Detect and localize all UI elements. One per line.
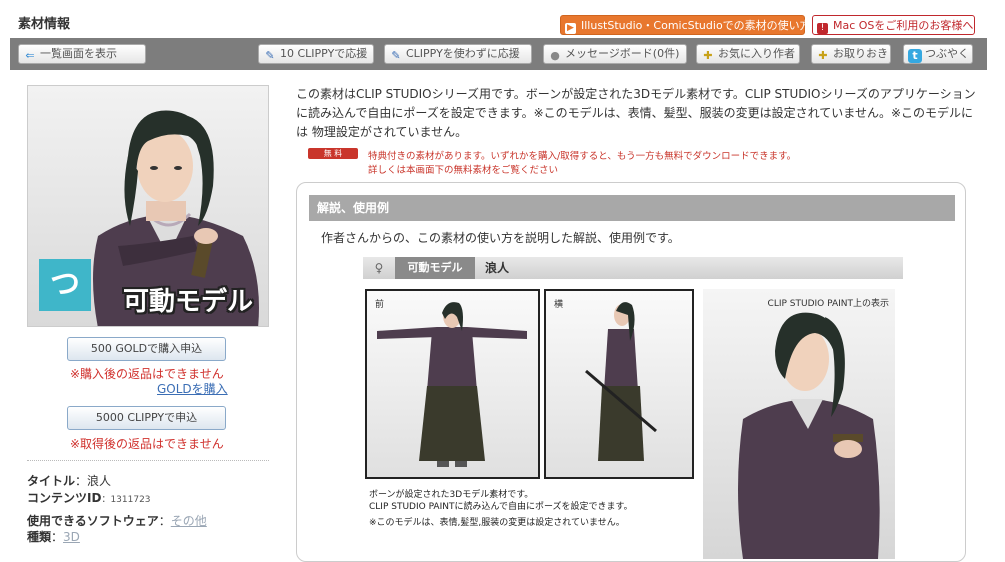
usage-heading: 解説、使用例 xyxy=(309,195,955,221)
buy-with-gold-button[interactable]: 500 GOLDで購入申込 xyxy=(67,337,226,361)
favorite-author-label: お気に入り作者 xyxy=(718,47,795,60)
toolbar: ⇐ 一覧画面を表示 ✎ 10 CLIPPYで応援 ✎ CLIPPYを使わずに応援 ● メ… xyxy=(10,38,987,70)
tweet-label: つぶやく xyxy=(925,47,969,60)
side-view: 横 xyxy=(544,289,694,479)
no-return-get-note: ※取得後の返品はできません xyxy=(70,437,224,451)
material-thumbnail: つ 可動モデル xyxy=(27,85,269,327)
clippy-free-support-label: CLIPPYを使わずに応援 xyxy=(406,47,520,60)
usage-panel: 解説、使用例 作者さんからの、この素材の使い方を説明した解説、使用例です。 ♀ … xyxy=(296,182,966,562)
tweet-button[interactable]: t つぶやく xyxy=(903,44,973,64)
message-board-label: メッセージボード(0件) xyxy=(565,47,680,60)
model-type-tag: 可動モデル xyxy=(395,257,475,279)
type-label: 種類 xyxy=(27,530,52,544)
plus-icon: ✚ xyxy=(703,49,713,62)
clip-studio-logo-icon: つ xyxy=(39,259,91,311)
content-id-row: コンテンツID：1311723 xyxy=(27,491,151,505)
side-view-label: 横 xyxy=(554,300,564,310)
twitter-icon: t xyxy=(908,49,922,63)
type-row: 種類：3D xyxy=(27,530,80,544)
clippy-free-support-button[interactable]: ✎ CLIPPYを使わずに応援 xyxy=(384,44,532,64)
favorite-author-button[interactable]: ✚ お気に入り作者 xyxy=(696,44,800,64)
exclamation-icon: ! xyxy=(817,23,828,34)
material-description: この素材はCLIP STUDIOシリーズ用です。ボーンが設定された3Dモデル素材… xyxy=(296,87,976,139)
mac-os-notice-link[interactable]: ! Mac OSをご利用のお客様へ xyxy=(812,15,975,35)
title-value: 浪人 xyxy=(87,474,112,488)
front-view: 前 xyxy=(365,289,540,479)
message-board-button[interactable]: ● メッセージボード(0件) xyxy=(543,44,687,64)
free-note-line-2: 詳しくは本画面下の無料素材をご覧ください xyxy=(368,165,559,176)
software-label: 使用できるソフトウェア xyxy=(27,514,159,528)
model-name: 浪人 xyxy=(485,261,510,275)
usage-intro: 作者さんからの、この素材の使い方を説明した解説、使用例です。 xyxy=(321,231,680,245)
content-id-label: コンテンツID xyxy=(27,491,102,505)
free-badge: 無 料 xyxy=(308,148,358,159)
illuststudio-usage-link[interactable]: ▶ IllustStudio・ComicStudioでの素材の使い方 xyxy=(560,15,811,35)
back-to-list-button[interactable]: ⇐ 一覧画面を表示 xyxy=(18,44,146,64)
free-note-line-1: 特典付きの素材があります。いずれかを購入/取得すると、もう一方も無料でダウンロー… xyxy=(368,151,797,162)
front-view-figure xyxy=(377,302,527,467)
title-label: タイトル xyxy=(27,474,76,488)
keep-label: お取りおき xyxy=(833,47,888,60)
content-id-value: 1311723 xyxy=(110,495,151,505)
illuststudio-usage-label: IllustStudio・ComicStudioでの素材の使い方 xyxy=(581,19,811,32)
paint-view-label: CLIP STUDIO PAINT上の表示 xyxy=(767,299,889,309)
software-link[interactable]: その他 xyxy=(171,514,207,528)
clippy-10-support-label: 10 CLIPPYで応援 xyxy=(280,47,368,60)
arrow-left-icon: ⇐ xyxy=(25,49,35,62)
paint-view-figure xyxy=(738,312,880,559)
top-bar: 素材情報 ▶ IllustStudio・ComicStudioでの素材の使い方 !… xyxy=(0,0,1005,40)
pen-icon: ✎ xyxy=(391,49,401,62)
arrow-right-icon: ▶ xyxy=(565,23,576,34)
caption-line-3: ※このモデルは、表情,髪型,服装の変更は設定されていません。 xyxy=(369,518,625,528)
clip-studio-paint-view: CLIP STUDIO PAINT上の表示 xyxy=(703,289,895,559)
model-header-bar: ♀ 可動モデル 浪人 xyxy=(363,257,903,279)
plus-icon: ✚ xyxy=(818,49,828,62)
buy-gold-link[interactable]: GOLDを購入 xyxy=(157,380,228,397)
page-title: 素材情報 xyxy=(18,17,71,32)
caption-line-2: CLIP STUDIO PAINTに読み込んで自由にポーズを設定できます。 xyxy=(369,502,633,512)
software-row: 使用できるソフトウェア：その他 xyxy=(27,514,207,528)
keep-button[interactable]: ✚ お取りおき xyxy=(811,44,891,64)
type-link[interactable]: 3D xyxy=(63,530,80,544)
back-to-list-label: 一覧画面を表示 xyxy=(40,47,117,60)
thumbnail-label: 可動モデル xyxy=(123,287,254,317)
pen-icon: ✎ xyxy=(265,49,275,62)
front-view-label: 前 xyxy=(375,300,385,310)
clippy-10-support-button[interactable]: ✎ 10 CLIPPYで応援 xyxy=(258,44,374,64)
side-view-figure xyxy=(585,302,657,461)
divider xyxy=(27,460,269,461)
speech-bubble-icon: ● xyxy=(550,49,560,62)
title-row: タイトル：浪人 xyxy=(27,474,112,488)
mac-os-notice-label: Mac OSをご利用のお客様へ xyxy=(833,19,974,32)
buy-with-clippy-button[interactable]: 5000 CLIPPYで申込 xyxy=(67,406,226,430)
figure-icon: ♀ xyxy=(374,261,384,275)
